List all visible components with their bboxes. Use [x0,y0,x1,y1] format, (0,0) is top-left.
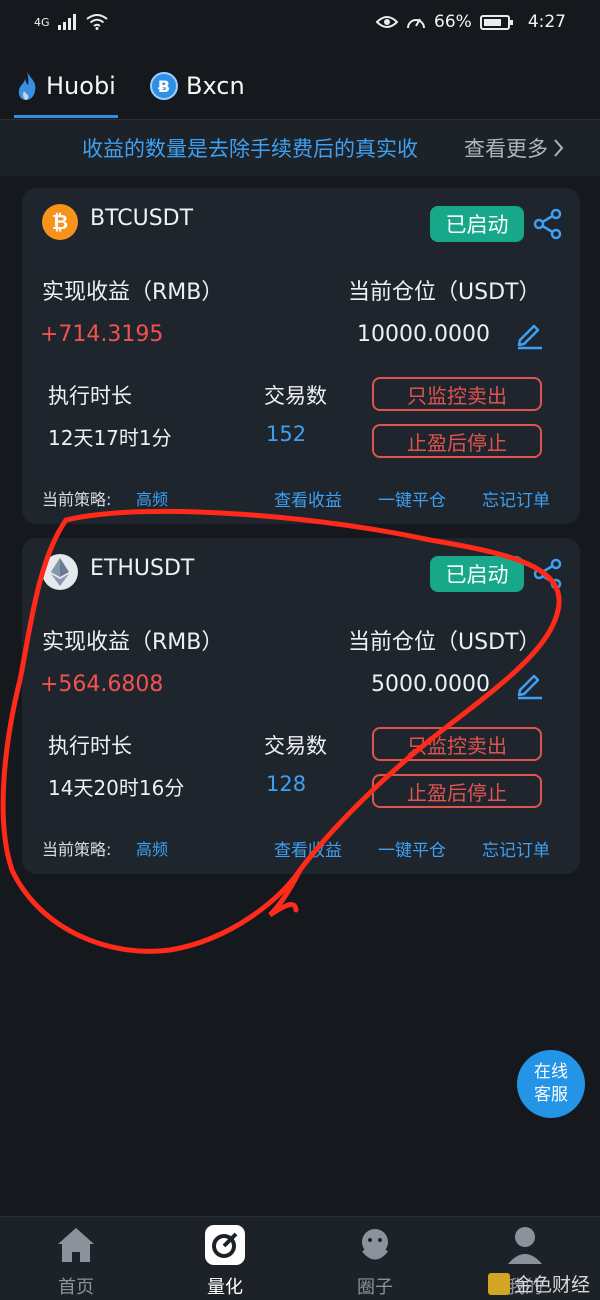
realized-profit-value: +714.3195 [40,322,164,347]
trades-label: 交易数 [264,734,327,758]
online-service-button[interactable]: 在线 客服 [517,1050,585,1118]
tab-huobi-label: Huobi [46,72,116,100]
trades-value: 128 [266,772,307,796]
status-bar: 4G 66% 4:27 [0,0,600,44]
close-position-link[interactable]: 一键平仓 [378,836,446,861]
current-position-value: 10000.0000 [357,322,490,347]
notice-bar: 收益的数量是去除手续费后的真实收 查看更多 [0,120,600,176]
notice-text: 收益的数量是去除手续费后的真实收 [82,137,418,161]
profile-icon [503,1223,547,1267]
clock: 4:27 [527,12,566,32]
battery-percent: 66% [434,12,472,32]
sell-only-button[interactable]: 只监控卖出 [372,377,542,411]
strategy-value[interactable]: 高频 [136,836,168,860]
wifi-icon [85,14,108,30]
status-badge: 已启动 [430,556,524,592]
active-tab-indicator [14,115,118,118]
eye-icon [376,16,399,28]
forget-order-link[interactable]: 忘记订单 [482,486,550,511]
huobi-flame-icon [18,72,36,100]
edit-icon[interactable] [514,318,546,350]
duration-label: 执行时长 [48,384,132,408]
strategy-card-eth: ETHUSDT 已启动 实现收益（RMB） 当前仓位（USDT） +564.68… [22,538,580,874]
trades-value: 152 [266,422,307,446]
status-right: 66% 4:27 [376,12,566,32]
ethereum-icon [42,554,78,590]
network-indicator: 4G [34,15,50,29]
view-more-link[interactable]: 查看更多 [464,133,564,163]
signal-icon [57,14,76,30]
duration-label: 执行时长 [48,734,132,758]
strategy-label: 当前策略: [42,840,112,859]
duration-value: 14天20时16分 [48,776,185,800]
exchange-tabs: Huobi Ƀ Bxcn [0,52,600,120]
sell-only-button[interactable]: 只监控卖出 [372,727,542,761]
nav-quant[interactable]: 量化 [175,1223,275,1299]
view-more-label: 查看更多 [464,137,548,161]
speed-icon [407,18,426,29]
trades-label: 交易数 [264,384,327,408]
current-position-value: 5000.0000 [371,672,490,697]
realized-profit-label: 实现收益（RMB） [42,630,224,655]
view-profit-link[interactable]: 查看收益 [274,836,342,861]
edit-icon[interactable] [514,668,546,700]
nav-community[interactable]: 圈子 [325,1223,425,1299]
stop-after-profit-button[interactable]: 止盈后停止 [372,774,542,808]
nav-quant-label: 量化 [207,1277,243,1298]
current-position-label: 当前仓位（USDT） [348,630,541,655]
tab-bxcn[interactable]: Ƀ Bxcn [150,64,245,108]
trading-pair: ETHUSDT [90,556,195,581]
forget-order-link[interactable]: 忘记订单 [482,836,550,861]
share-icon[interactable] [532,208,564,240]
service-line1: 在线 [534,1062,568,1082]
service-line2: 客服 [534,1085,568,1105]
ethereum-diamond-icon [51,558,69,586]
realized-profit-label: 实现收益（RMB） [42,280,224,305]
nav-home[interactable]: 首页 [26,1223,126,1299]
bitcoin-icon: ₿ [42,204,78,240]
watermark: 金色财经 [488,1270,590,1297]
trading-pair: BTCUSDT [90,206,194,231]
status-badge: 已启动 [430,206,524,242]
watermark-logo-icon [488,1272,510,1295]
bxcn-logo-icon: Ƀ [150,72,178,100]
strategy-card-btc: ₿ BTCUSDT 已启动 实现收益（RMB） 当前仓位（USDT） +714.… [22,188,580,524]
realized-profit-value: +564.6808 [40,672,164,697]
strategy-label: 当前策略: [42,490,112,509]
battery-icon [479,14,513,30]
status-left: 4G [34,14,108,30]
home-icon [54,1223,98,1267]
tab-bxcn-label: Bxcn [186,72,245,100]
nav-home-label: 首页 [58,1277,94,1298]
view-profit-link[interactable]: 查看收益 [274,486,342,511]
share-icon[interactable] [532,558,564,590]
current-position-label: 当前仓位（USDT） [348,280,541,305]
strategy-value[interactable]: 高频 [136,486,168,510]
tab-huobi[interactable]: Huobi [16,64,116,108]
watermark-text: 金色财经 [514,1274,591,1296]
stop-after-profit-button[interactable]: 止盈后停止 [372,424,542,458]
chevron-right-icon [554,139,564,157]
nav-community-label: 圈子 [357,1277,393,1298]
community-icon [353,1223,397,1267]
close-position-link[interactable]: 一键平仓 [378,486,446,511]
duration-value: 12天17时1分 [48,426,172,450]
quant-icon [203,1223,247,1267]
